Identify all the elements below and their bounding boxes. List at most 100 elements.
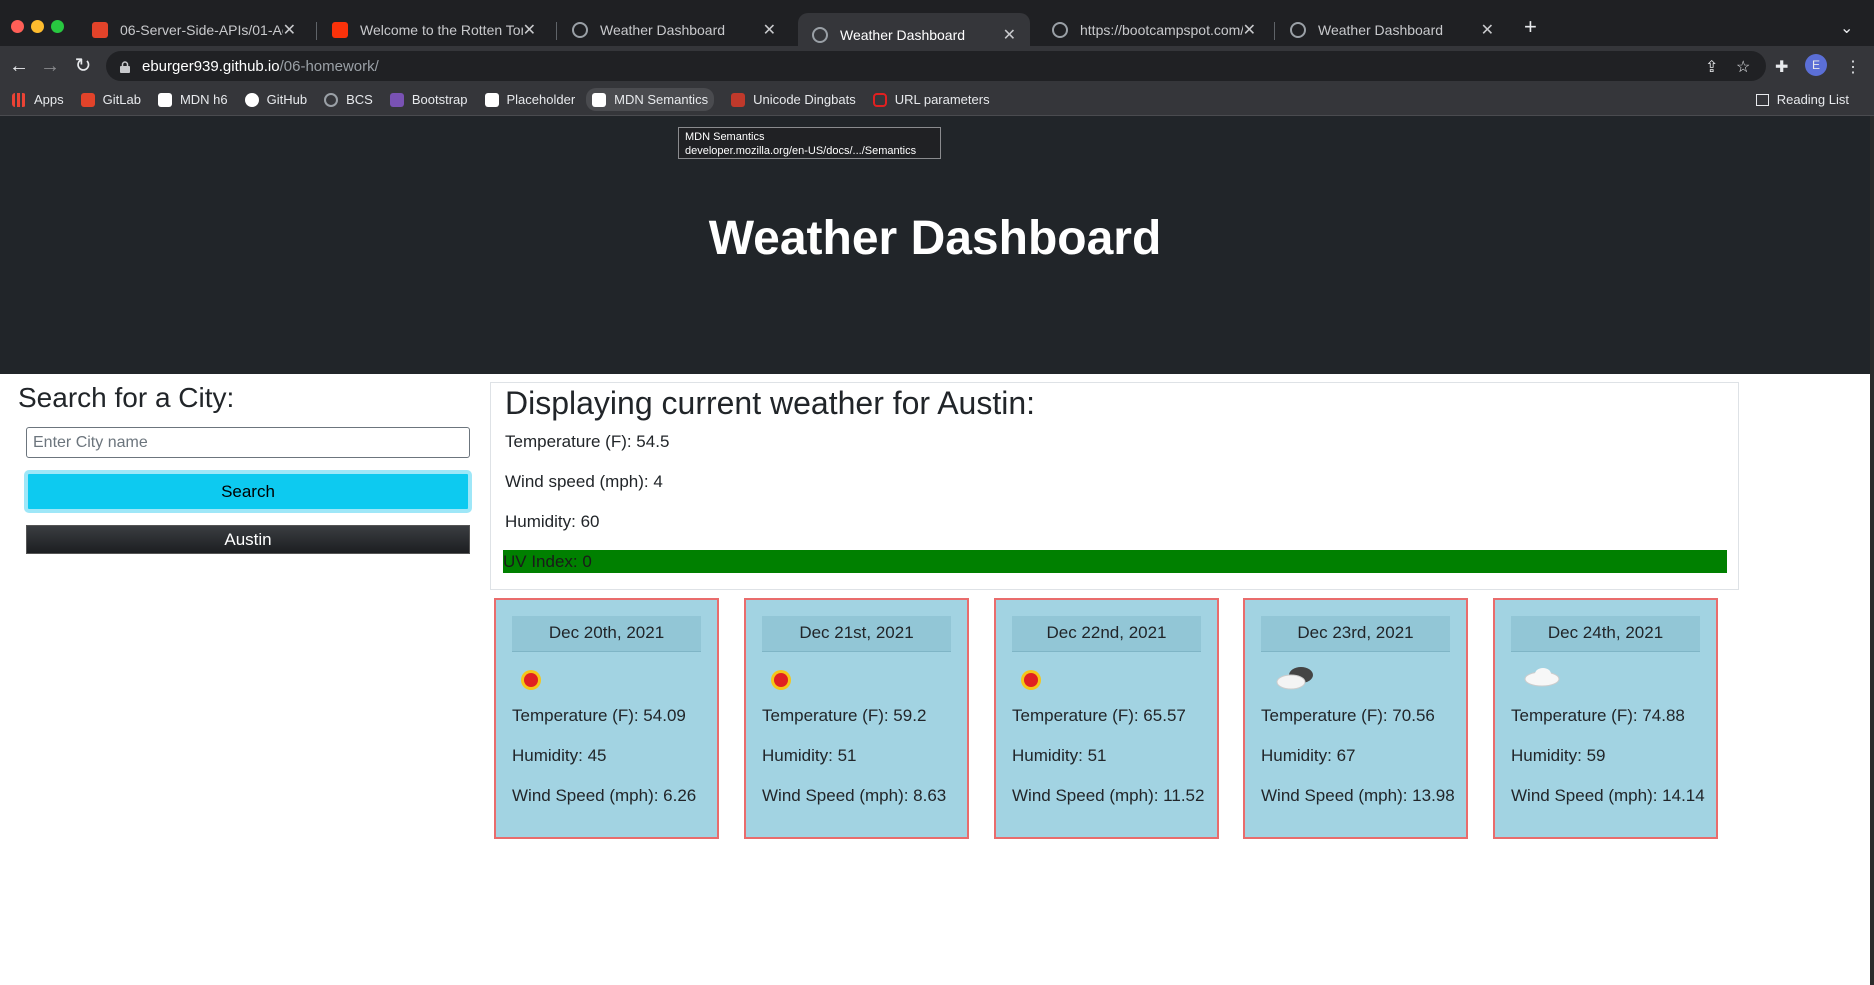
- bookmark-label: MDN Semantics: [614, 92, 709, 107]
- tab-title: Weather Dashboard: [840, 26, 966, 43]
- maximize-window-button[interactable]: [51, 20, 64, 33]
- history-city-button[interactable]: Austin: [26, 525, 470, 554]
- tab-title: Weather Dashboard: [1318, 22, 1444, 38]
- forecast-temperature: Temperature (F): 54.09: [512, 706, 686, 725]
- close-icon[interactable]: ✕: [1003, 25, 1016, 45]
- tab-0[interactable]: 06-Server-Side-APIs/01-Activi ✕: [78, 14, 310, 46]
- bookmark-url-parameters[interactable]: URL parameters: [872, 92, 990, 107]
- forecast-card: Dec 24th, 2021 Temperature (F): 74.88 Hu…: [1493, 598, 1718, 839]
- browser-toolbar: ← → ↻ eburger939.github.io/06-homework/ …: [0, 46, 1874, 86]
- bookmark-mdn-h6[interactable]: MDN h6: [157, 92, 228, 107]
- menu-kebab-icon[interactable]: ⋮: [1845, 57, 1861, 77]
- forecast-date: Dec 22nd, 2021: [1012, 616, 1201, 652]
- bookmark-unicode-dingbats[interactable]: Unicode Dingbats: [731, 92, 856, 107]
- tab-title: Weather Dashboard: [600, 22, 726, 38]
- share-icon[interactable]: ⇪: [1705, 57, 1718, 77]
- tab-4[interactable]: https://bootcampspot.com/co ✕: [1038, 14, 1270, 46]
- bookmark-github[interactable]: GitHub: [244, 92, 308, 107]
- scrollbar[interactable]: [1870, 116, 1874, 985]
- bookmark-placeholder[interactable]: Placeholder: [484, 92, 576, 107]
- close-icon[interactable]: ✕: [523, 20, 536, 40]
- profile-avatar[interactable]: E: [1805, 54, 1827, 76]
- forecast-wind-speed: Wind Speed (mph): 14.14: [1511, 786, 1705, 805]
- tab-separator: [1274, 22, 1275, 40]
- globe-icon: [572, 22, 588, 38]
- forecast-wind-speed: Wind Speed (mph): 11.52: [1012, 786, 1205, 805]
- broken-clouds-icon: [1273, 664, 1466, 696]
- bookmark-label: Unicode Dingbats: [753, 92, 856, 107]
- bookmark-label: URL parameters: [894, 92, 990, 107]
- close-icon[interactable]: ✕: [1243, 20, 1256, 40]
- close-icon[interactable]: ✕: [1481, 20, 1494, 40]
- forecast-date: Dec 20th, 2021: [512, 616, 701, 652]
- forward-button[interactable]: →: [36, 52, 64, 80]
- tab-2[interactable]: Weather Dashboard ✕: [558, 14, 790, 46]
- forecast-date: Dec 23rd, 2021: [1261, 616, 1450, 652]
- forecast-card: Dec 22nd, 2021 Temperature (F): 65.57 Hu…: [994, 598, 1219, 839]
- tab-search-chevron-icon[interactable]: ⌄: [1840, 18, 1853, 38]
- bookmark-bcs[interactable]: BCS: [324, 92, 373, 107]
- search-heading: Search for a City:: [18, 382, 235, 413]
- forecast-card: Dec 21st, 2021 Temperature (F): 59.2 Hum…: [744, 598, 969, 839]
- bookmark-label: Apps: [34, 92, 64, 107]
- forecast-temperature: Temperature (F): 70.56: [1261, 706, 1435, 725]
- forecast-temperature: Temperature (F): 74.88: [1511, 706, 1685, 725]
- page-title: Weather Dashboard: [708, 212, 1162, 265]
- reload-button[interactable]: ↻: [69, 52, 97, 80]
- apps-grid-icon: [12, 92, 26, 107]
- bookmark-label: Placeholder: [506, 92, 576, 107]
- forecast-date: Dec 24th, 2021: [1511, 616, 1700, 652]
- new-tab-button[interactable]: +: [1524, 14, 1537, 40]
- forecast-temperature: Temperature (F): 59.2: [762, 706, 927, 725]
- gitlab-icon: [80, 92, 95, 107]
- tab-1[interactable]: Welcome to the Rotten Tomato ✕: [318, 14, 550, 46]
- bookmark-apps[interactable]: Apps: [12, 92, 64, 107]
- search-button[interactable]: Search: [24, 470, 472, 513]
- bookmark-bootstrap[interactable]: Bootstrap: [389, 92, 468, 107]
- minimize-window-button[interactable]: [31, 20, 44, 33]
- bookmark-star-icon[interactable]: ☆: [1736, 57, 1750, 77]
- extensions-puzzle-icon[interactable]: ✚: [1775, 57, 1788, 77]
- bookmark-label: GitHub: [266, 92, 308, 107]
- back-button[interactable]: ←: [5, 52, 33, 80]
- unicode-icon: [731, 92, 746, 107]
- gitlab-icon: [92, 22, 108, 38]
- city-search-input[interactable]: [26, 427, 470, 458]
- forecast-humidity: Humidity: 67: [1261, 746, 1356, 765]
- tooltip-title: MDN Semantics: [685, 131, 765, 143]
- current-wind-speed: Wind speed (mph): 4: [505, 472, 663, 491]
- current-weather-panel: Displaying current weather for Austin: T…: [490, 382, 1739, 590]
- close-window-button[interactable]: [11, 20, 24, 33]
- close-icon[interactable]: ✕: [283, 20, 296, 40]
- forecast-humidity: Humidity: 51: [762, 746, 857, 765]
- forecast-wind-speed: Wind Speed (mph): 13.98: [1261, 786, 1455, 805]
- bookmark-tooltip: MDN Semantics developer.mozilla.org/en-U…: [678, 127, 941, 159]
- sun-icon: [774, 664, 967, 696]
- lock-icon: [120, 60, 130, 73]
- mdn-icon: [157, 92, 172, 107]
- globe-icon: [1290, 22, 1306, 38]
- close-icon[interactable]: ✕: [763, 20, 776, 40]
- forecast-wind-speed: Wind Speed (mph): 8.63: [762, 786, 947, 805]
- reading-list-button[interactable]: Reading List: [1755, 92, 1849, 107]
- bookmark-gitlab[interactable]: GitLab: [80, 92, 141, 107]
- sun-icon: [1024, 664, 1217, 696]
- forecast-humidity: Humidity: 45: [512, 746, 607, 765]
- tab-5[interactable]: Weather Dashboard ✕: [1276, 14, 1508, 46]
- github-icon: [244, 92, 259, 107]
- tab-separator: [556, 22, 557, 40]
- placeholder-p-icon: [484, 92, 499, 107]
- bookmark-mdn-semantics[interactable]: MDN Semantics: [586, 88, 715, 111]
- forecast-humidity: Humidity: 59: [1511, 746, 1606, 765]
- browser-chrome: 06-Server-Side-APIs/01-Activi ✕ Welcome …: [0, 0, 1874, 116]
- reading-list-icon: [1755, 93, 1769, 106]
- globe-icon: [1052, 22, 1068, 38]
- bookmark-label: GitLab: [102, 92, 141, 107]
- current-weather-heading: Displaying current weather for Austin:: [505, 385, 1036, 421]
- bookmarks-bar: Apps GitLab MDN h6 GitHub BCS Bootstrap …: [0, 84, 1874, 116]
- url-host: eburger939.github.io: [142, 57, 280, 75]
- address-bar[interactable]: eburger939.github.io/06-homework/: [106, 51, 1766, 81]
- forecast-card: Dec 20th, 2021 Temperature (F): 54.09 Hu…: [494, 598, 719, 839]
- rotten-tomatoes-icon: [332, 22, 348, 38]
- bootstrap-icon: [389, 92, 404, 107]
